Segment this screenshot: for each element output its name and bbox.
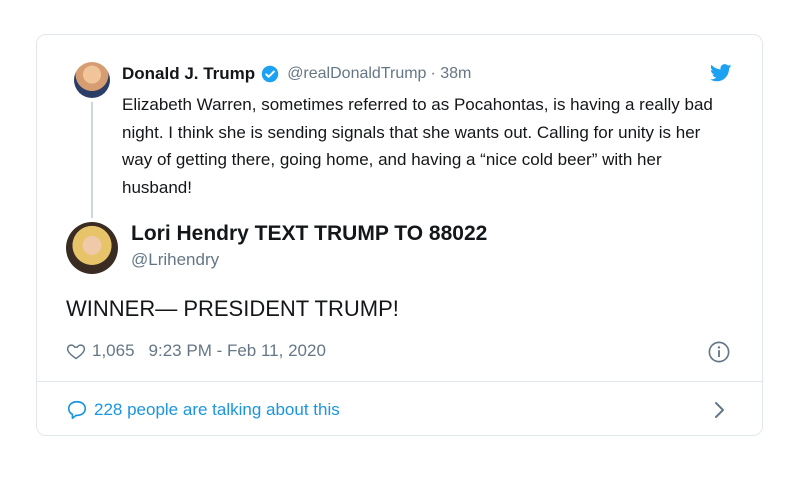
parent-avatar[interactable] — [74, 62, 110, 98]
info-icon[interactable] — [708, 341, 730, 363]
like-count[interactable]: 1,065 — [92, 341, 135, 361]
parent-author-name[interactable]: Donald J. Trump — [122, 64, 255, 84]
talking-about-text[interactable]: 228 people are talking about this — [94, 400, 340, 420]
main-tweet-text: WINNER— PRESIDENT TRUMP! — [66, 296, 399, 321]
parent-tweet-header: Donald J. Trump @realDonaldTrump · 38m — [122, 64, 471, 84]
main-author-handle[interactable]: @Lrihendry — [131, 250, 219, 270]
twitter-bird-icon[interactable] — [710, 64, 732, 82]
parent-tweet-text: Elizabeth Warren, sometimes referred to … — [122, 95, 713, 197]
footer-divider — [36, 381, 763, 382]
main-avatar[interactable] — [66, 222, 118, 274]
main-author-name[interactable]: Lori Hendry TEXT TRUMP TO 88022 — [131, 222, 487, 246]
heart-icon[interactable] — [66, 341, 86, 361]
verified-badge-icon — [261, 65, 279, 83]
thread-line — [91, 102, 93, 218]
parent-tweet-time[interactable]: · 38m — [430, 65, 471, 83]
speech-bubble-icon — [67, 400, 87, 420]
tweet-meta-row: 1,065 9:23 PM - Feb 11, 2020 — [66, 341, 326, 361]
chevron-right-icon[interactable] — [713, 401, 727, 419]
talking-about-link[interactable]: 228 people are talking about this — [66, 399, 340, 421]
tweet-timestamp[interactable]: 9:23 PM - Feb 11, 2020 — [149, 341, 326, 361]
parent-author-handle[interactable]: @realDonaldTrump — [287, 65, 426, 83]
